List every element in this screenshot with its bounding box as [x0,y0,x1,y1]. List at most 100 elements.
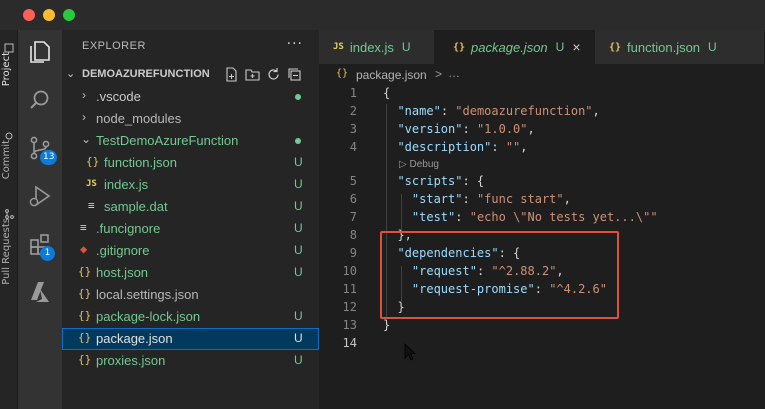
chevron-down-icon: ⌄ [81,132,92,146]
mouse-cursor-icon [404,343,417,365]
json-file-icon: {} [86,155,100,168]
azure-button[interactable] [18,272,62,312]
debug-codelens[interactable]: ▷ Debug [399,159,439,170]
line-number: 7 [349,210,357,224]
breadcrumb-file[interactable]: package.json [356,68,427,82]
line-number: 6 [349,192,357,206]
explorer-title: EXPLORER [82,40,146,52]
code-text: "test": "echo \"No tests yet...\"" [411,210,658,224]
code-line: 7 "test": "echo \"No tests yet...\"" [319,210,765,228]
tab-function-json[interactable]: {} function.json U [595,30,765,64]
tool-strip-project[interactable]: Project [1,52,17,86]
breadcrumb-separator: > [435,67,443,81]
tool-strip-pull-requests[interactable]: Pull Requests [1,218,17,285]
tree-item-index-js[interactable]: JS index.js U [62,174,319,196]
title-bar [0,0,765,30]
tab-label: function.json [627,39,701,55]
line-number: 5 [349,174,357,188]
highlight-annotation [380,231,619,319]
refresh-button[interactable] [266,67,281,82]
code-line: 1{ [319,86,765,104]
git-status-badge: U [294,353,303,367]
workspace-name: DEMOAZUREFUNCTION [82,68,210,80]
tree-item-label: proxies.json [96,353,166,368]
tree-item-testdemoazurefunction[interactable]: ⌄ TestDemoAzureFunction [62,130,319,152]
activity-bar: 13 1 [18,30,62,409]
tree-item-package-lock-json[interactable]: {} package-lock.json U [62,306,319,328]
tree-item-label: TestDemoAzureFunction [96,133,239,148]
maximize-window-button[interactable] [63,9,75,21]
tree-item-proxies-json[interactable]: {} proxies.json U [62,350,319,372]
breadcrumb-symbols[interactable]: … [448,66,460,80]
git-status-badge: U [294,221,303,235]
tree-item-label: function.json [104,155,177,170]
tool-strip-commit[interactable]: Commit [1,140,17,179]
line-number: 13 [342,318,357,332]
minimize-window-button[interactable] [43,9,55,21]
workspace-section-header[interactable]: ⌄ DEMOAZUREFUNCTION [62,64,319,86]
json-file-icon: {} [78,353,92,366]
explorer-sidebar: EXPLORER ··· ⌄ DEMOAZUREFUNCTION › .vsco… [62,30,319,409]
tree-item-label: node_modules [96,111,182,126]
new-folder-button[interactable] [245,67,260,82]
chevron-down-icon: ⌄ [66,67,76,80]
git-status-badge: U [294,243,303,257]
code-text: "description": "", [397,140,528,154]
tree-item-package-json[interactable]: {} package.json U [62,328,319,350]
json-file-icon: {} [78,265,92,278]
line-number: 10 [342,264,357,278]
refresh-icon [268,68,279,80]
line-number: 8 [349,228,357,242]
code-line: 3 "version": "1.0.0", [319,122,765,140]
source-control-badge: 13 [40,150,58,165]
collapse-all-button[interactable] [287,67,302,82]
close-tab-button[interactable]: × [572,39,580,55]
tree-item-funcignore[interactable]: ≡ .funcignore U [62,218,319,240]
search-icon [30,90,49,109]
tree-item-local-settings-json[interactable]: {} local.settings.json [62,284,319,306]
code-text: { [383,86,391,100]
tree-item-gitignore[interactable]: ◆ .gitignore U [62,240,319,262]
code-line: 14 [319,336,765,354]
editor-tab-bar: JS index.js U {} package.json U × {} fun… [319,30,765,64]
run-debug-icon [29,185,51,207]
code-text: "name": "demoazurefunction", [397,104,600,118]
tree-item-function-json[interactable]: {} function.json U [62,152,319,174]
json-file-icon: {} [336,68,349,79]
search-button[interactable] [18,80,62,120]
tree-item-sample-dat[interactable]: ≡ sample.dat U [62,196,319,218]
tree-item-host-json[interactable]: {} host.json U [62,262,319,284]
tree-item-vscode[interactable]: › .vscode [62,86,319,108]
close-window-button[interactable] [23,9,35,21]
pull-request-icon [4,204,14,219]
git-status-badge: U [294,265,303,279]
git-status-badge: U [294,199,303,213]
tab-index-js[interactable]: JS index.js U [319,30,435,64]
json-file-icon: {} [78,309,92,322]
more-actions-button[interactable]: ··· [287,36,303,52]
code-line: 2 "name": "demoazurefunction", [319,104,765,122]
code-text: } [383,318,391,332]
source-control-button[interactable]: 13 [18,128,62,168]
tab-package-json[interactable]: {} package.json U × [435,30,595,64]
js-file-icon: JS [333,42,344,52]
code-text: "scripts": { [397,174,485,188]
git-status-badge: U [294,331,303,345]
code-line: 13} [319,318,765,336]
new-file-button[interactable] [224,67,239,82]
tree-item-label: package-lock.json [96,309,201,324]
extensions-button[interactable]: 1 [18,224,62,264]
json-file-icon: {} [453,41,466,53]
line-number: 11 [342,282,357,296]
tree-item-node-modules[interactable]: › node_modules [62,108,319,130]
git-status-badge: U [708,40,717,54]
line-number: 12 [342,300,357,314]
tree-item-label: .vscode [96,89,141,104]
run-debug-button[interactable] [18,176,62,216]
file-tree: › .vscode › node_modules ⌄ TestDemoAzure… [62,86,319,372]
explorer-button[interactable] [18,32,62,72]
tree-item-label: index.js [104,177,149,192]
collapse-all-icon [288,68,301,81]
tool-strip: Project Commit Pull Requests [0,30,18,409]
code-text: "start": "func start", [411,192,571,206]
